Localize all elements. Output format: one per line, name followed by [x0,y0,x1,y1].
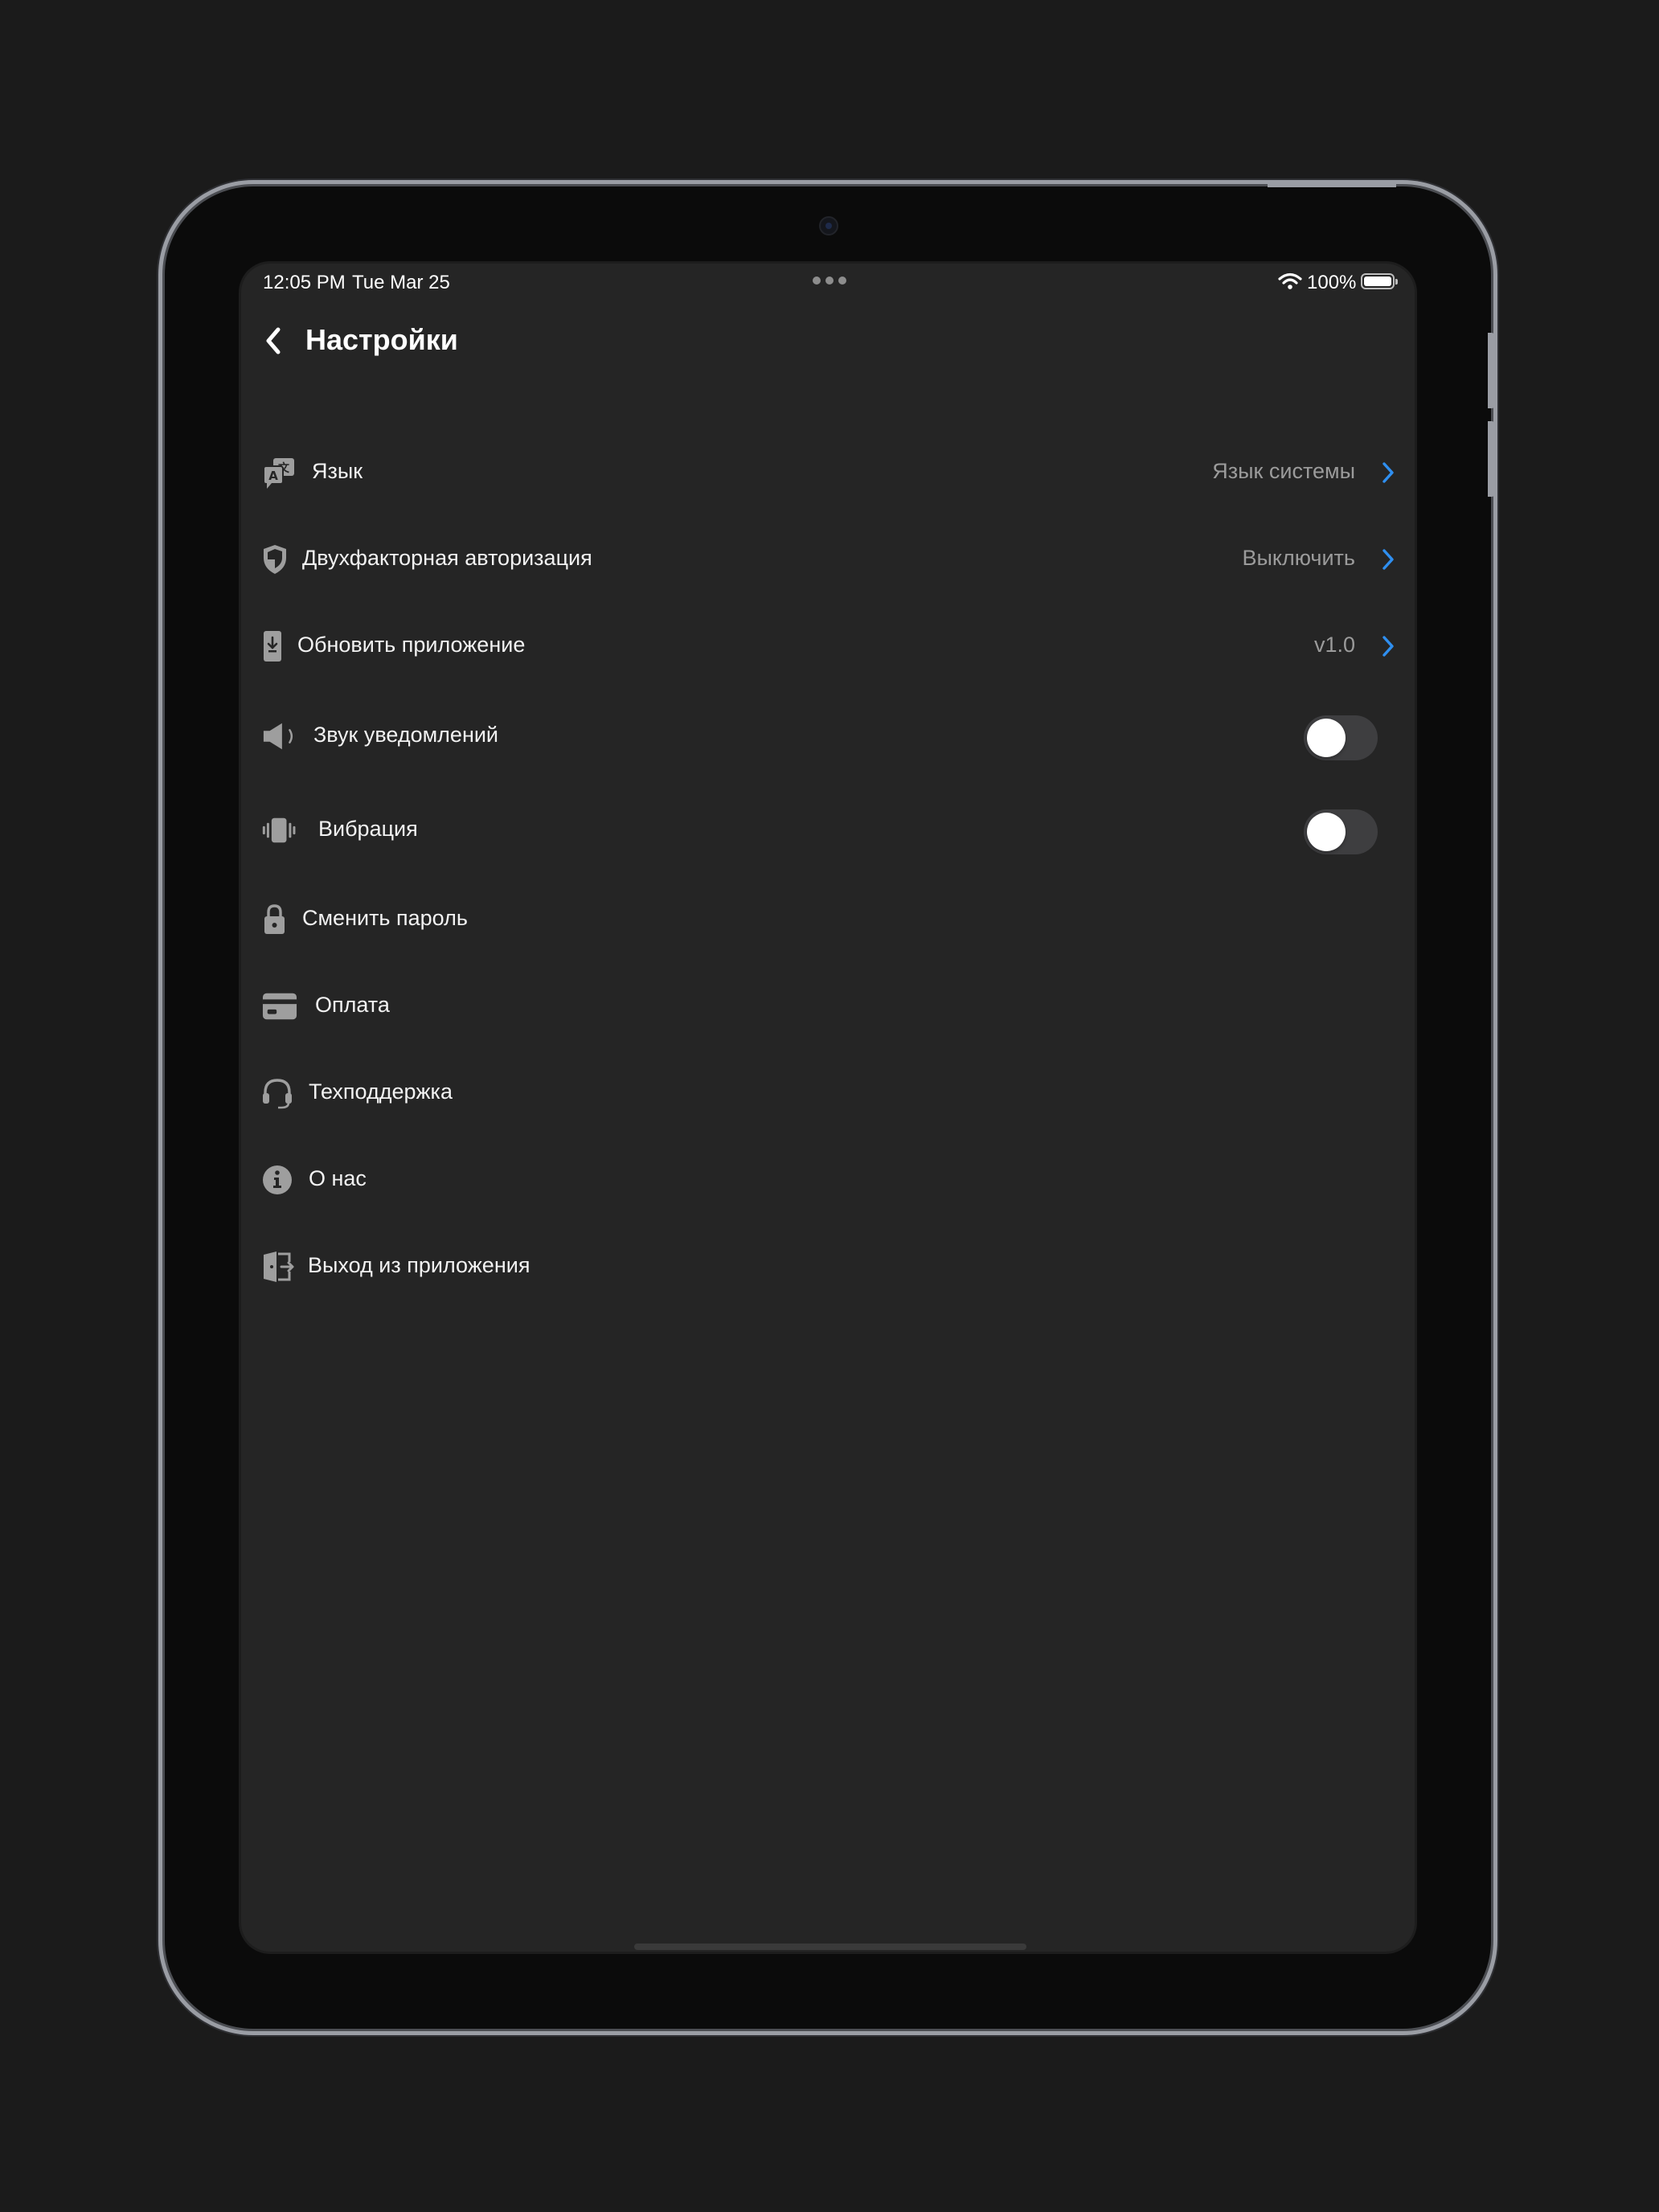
settings-label: О нас [309,1166,367,1190]
toggle-knob [1307,719,1346,757]
status-date: Tue Mar 25 [352,272,450,293]
toggle-knob [1307,813,1346,851]
phone-download-icon [264,631,281,662]
settings-row-logout[interactable]: Выход из приложения [241,1227,1415,1307]
settings-label: Оплата [315,993,390,1017]
settings-value: Язык системы [1212,459,1355,483]
info-icon [263,1165,292,1194]
volume-down-button [1488,421,1494,497]
back-chevron-icon[interactable] [259,322,288,360]
sound-toggle[interactable] [1304,715,1378,760]
language-icon: 文 A [263,458,294,489]
settings-row-language[interactable]: 文 A Язык Язык системы [241,432,1415,513]
shield-icon [264,545,286,574]
settings-row-two-factor[interactable]: Двухфакторная авторизация Выключить [241,519,1415,600]
settings-label: Сменить пароль [302,906,468,930]
settings-label: Звук уведомлений [313,723,499,747]
wifi-icon [1278,272,1302,289]
settings-row-payment[interactable]: Оплата [241,966,1415,1047]
top-button [1268,181,1396,187]
settings-label: Обновить приложение [297,633,526,657]
settings-label: Выход из приложения [308,1253,530,1277]
speaker-icon [263,723,293,750]
screen: 12:05 PM Tue Mar 25 100% Настройки 文 A Я… [241,264,1415,1952]
settings-label: Двухфакторная авторизация [302,546,592,570]
settings-row-vibration[interactable]: Вибрация [241,790,1415,870]
settings-row-support[interactable]: Техподдержка [241,1053,1415,1133]
headset-icon [263,1079,292,1109]
settings-label: Техподдержка [309,1079,453,1104]
battery-icon [1361,273,1398,289]
vibration-toggle[interactable] [1304,809,1378,854]
page-title: Настройки [305,323,458,356]
volume-up-button [1488,333,1494,408]
chevron-right-icon [1382,462,1394,483]
header: Настройки [241,309,1415,373]
settings-value: v1.0 [1313,633,1355,657]
lock-icon [264,904,285,934]
chevron-right-icon [1382,636,1394,657]
settings-label: Вибрация [318,817,418,841]
settings-row-update[interactable]: Обновить приложение v1.0 [241,606,1415,686]
home-indicator[interactable] [634,1944,1026,1950]
svg-text:A: A [268,469,278,483]
front-camera [819,216,838,236]
settings-row-about[interactable]: О нас [241,1140,1415,1220]
credit-card-icon [262,993,297,1020]
status-time: 12:05 PM [263,272,346,293]
settings-row-password[interactable]: Сменить пароль [241,879,1415,960]
battery-percentage: 100% [1307,272,1357,293]
multitasking-dots[interactable] [813,276,846,285]
settings-label: Язык [312,459,363,483]
status-bar: 12:05 PM Tue Mar 25 100% [241,264,1415,299]
vibration-icon [262,817,296,843]
exit-icon [264,1251,294,1282]
settings-value: Выключить [1242,546,1355,570]
settings-row-sound[interactable]: Звук уведомлений [241,696,1415,776]
chevron-right-icon [1382,549,1394,570]
